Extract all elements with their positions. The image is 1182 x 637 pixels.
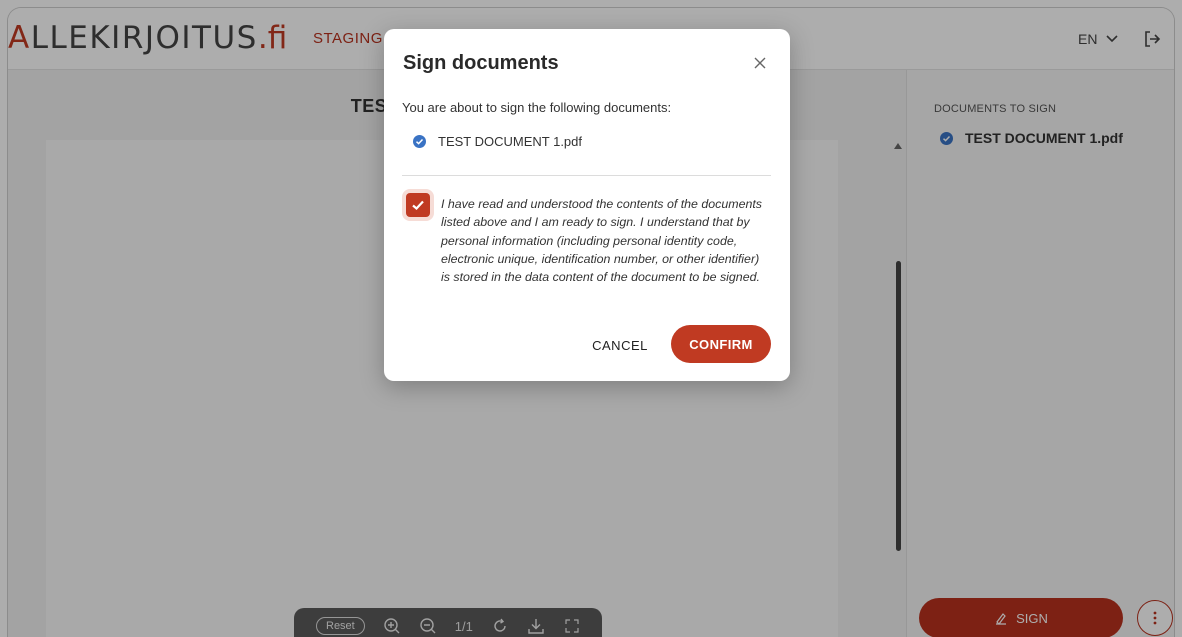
- divider: [402, 175, 771, 176]
- cancel-button[interactable]: CANCEL: [587, 331, 653, 359]
- consent-checkbox[interactable]: [406, 193, 430, 217]
- checkmark-icon: [412, 200, 424, 211]
- sign-documents-dialog: Sign documents You are about to sign the…: [384, 29, 790, 381]
- dialog-document-item: TEST DOCUMENT 1.pdf: [413, 134, 582, 149]
- confirm-button[interactable]: CONFIRM: [671, 325, 771, 363]
- dialog-intro: You are about to sign the following docu…: [402, 100, 672, 115]
- check-circle-icon: [413, 135, 426, 148]
- consent-text: I have read and understood the contents …: [441, 197, 763, 285]
- dialog-document-name: TEST DOCUMENT 1.pdf: [438, 134, 582, 149]
- close-icon[interactable]: [752, 55, 768, 71]
- dialog-title: Sign documents: [403, 52, 559, 74]
